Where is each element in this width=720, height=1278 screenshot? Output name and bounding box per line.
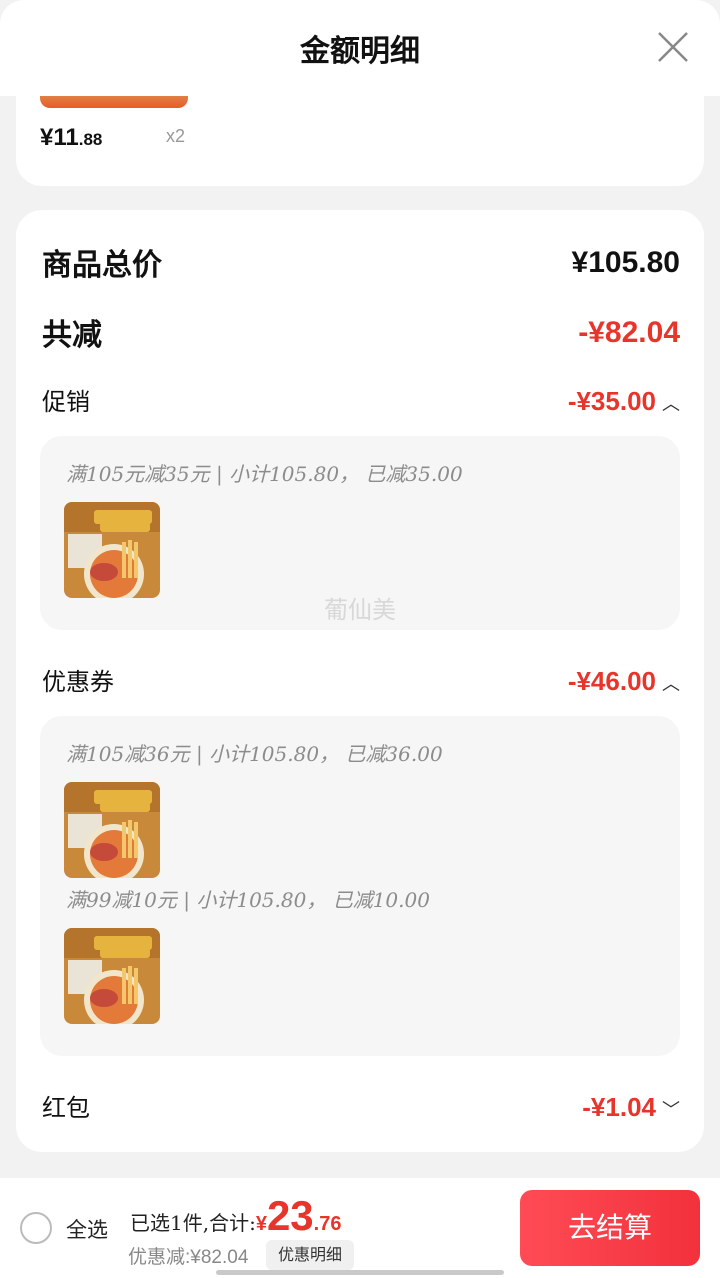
amount-detail-card: 商品总价 ¥105.80 共减 -¥82.04 促销 -¥35.00 ︿ 满105… bbox=[16, 210, 704, 1152]
discount-text: 优惠减:¥82.04 bbox=[128, 1247, 249, 1268]
promotion-label: 促销 bbox=[42, 388, 90, 416]
total-decimal: .76 bbox=[313, 1213, 342, 1235]
total-price-label: 商品总价 bbox=[42, 248, 162, 283]
total-reduce-label: 共减 bbox=[42, 318, 102, 353]
discount-detail-button[interactable]: 优惠明细 bbox=[266, 1240, 355, 1270]
total-price-value: ¥105.80 bbox=[571, 246, 680, 279]
red-packet-toggle[interactable]: -¥1.04 ﹀ bbox=[582, 1092, 680, 1123]
product-quantity: x2 bbox=[166, 126, 186, 146]
checkout-bar: 全选 已选1件,合计:¥23.76 优惠减:¥82.04 优惠明细 去结算 bbox=[0, 1178, 720, 1278]
select-all-label[interactable]: 全选 bbox=[66, 1214, 108, 1244]
promotion-value: -¥35.00 bbox=[567, 386, 656, 416]
select-all-radio[interactable] bbox=[20, 1212, 52, 1244]
product-thumbnail bbox=[40, 96, 188, 108]
product-thumbnail bbox=[64, 928, 160, 1024]
coupon-toggle[interactable]: -¥46.00 ︿ bbox=[568, 666, 680, 697]
close-icon bbox=[658, 32, 688, 62]
chevron-up-icon: ︿ bbox=[662, 674, 680, 695]
coupon-detail-box: 满105减36元 | 小计105.80， 已减36.00 满99减10元 | 小… bbox=[40, 716, 680, 1056]
product-price: ¥11.88 bbox=[40, 124, 103, 151]
coupon-rule: 满105减36元 | 小计105.80， 已减36.00 bbox=[66, 742, 443, 766]
promotion-toggle[interactable]: -¥35.00 ︿ bbox=[568, 386, 680, 417]
total-amount: 已选1件,合计:¥23.76 bbox=[130, 1192, 341, 1240]
home-indicator bbox=[216, 1270, 504, 1275]
product-card: ¥11.88 x2 bbox=[16, 96, 704, 186]
promotion-rule: 满105元减35元 | 小计105.80， 已减35.00 bbox=[66, 462, 463, 486]
total-integer: 23 bbox=[266, 1192, 314, 1239]
sheet-header: 金额明细 bbox=[0, 0, 720, 96]
coupon-value: -¥46.00 bbox=[567, 666, 656, 696]
sheet-title: 金额明细 bbox=[300, 34, 420, 69]
total-reduce-value: -¥82.04 bbox=[578, 316, 680, 349]
close-button[interactable] bbox=[656, 30, 690, 64]
chevron-up-icon: ︿ bbox=[662, 394, 680, 415]
red-packet-label: 红包 bbox=[42, 1094, 90, 1122]
coupon-rule: 满99减10元 | 小计105.80， 已减10.00 bbox=[66, 888, 430, 912]
product-thumbnail bbox=[64, 782, 160, 878]
coupon-label: 优惠券 bbox=[42, 668, 114, 696]
currency-symbol: ¥ bbox=[255, 1213, 267, 1235]
selected-count-text: 已选1件,合计: bbox=[130, 1211, 256, 1235]
checkout-button[interactable]: 去结算 bbox=[520, 1190, 700, 1266]
red-packet-value: -¥1.04 bbox=[582, 1092, 656, 1122]
product-thumbnail bbox=[64, 502, 160, 598]
watermark: 葡仙美 bbox=[324, 596, 396, 624]
chevron-down-icon: ﹀ bbox=[662, 1100, 680, 1121]
